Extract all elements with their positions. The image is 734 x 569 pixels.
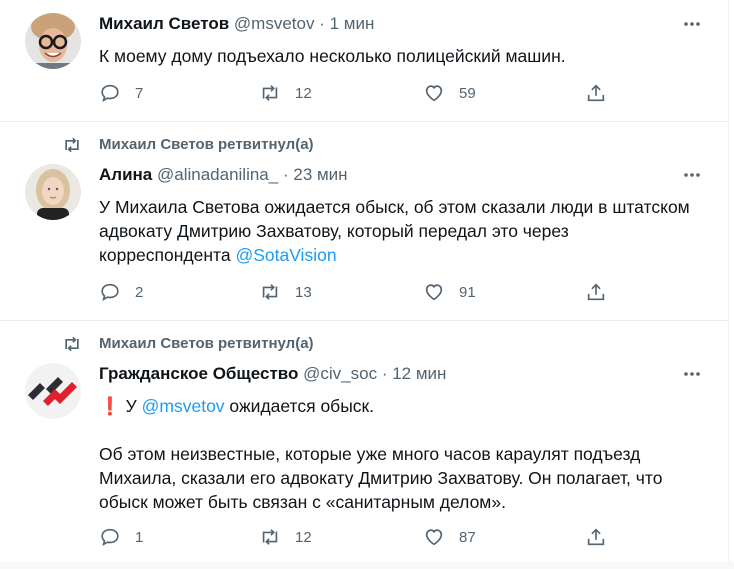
timestamp[interactable]: 23 мин bbox=[293, 165, 347, 184]
civ-soc-logo bbox=[25, 363, 81, 419]
tweet-text-line: Об этом неизвестные, которые уже много ч… bbox=[99, 444, 641, 464]
retweet-button[interactable]: 12 bbox=[259, 525, 312, 549]
share-button[interactable] bbox=[585, 525, 607, 549]
alert-emoji-icon: ❗ bbox=[99, 396, 121, 416]
author-name[interactable]: Гражданское Общество bbox=[99, 364, 298, 383]
tweet-text-line: Михаила, сказали его адвокату Дмитрию За… bbox=[99, 468, 663, 488]
author-name[interactable]: Михаил Светов bbox=[99, 14, 229, 33]
share-icon bbox=[587, 84, 605, 102]
tweet-text-fragment: корреспондента bbox=[99, 245, 236, 265]
reply-icon bbox=[101, 528, 119, 547]
tweet-header: Гражданское Общество @civ_soc · 12 мин bbox=[99, 363, 446, 385]
share-button[interactable] bbox=[585, 81, 607, 105]
reply-count: 7 bbox=[135, 84, 144, 102]
reply-icon bbox=[101, 84, 119, 103]
more-options-icon[interactable] bbox=[682, 165, 702, 185]
tweet-text: К моему дому подъехало несколько полицей… bbox=[99, 44, 714, 68]
like-button[interactable]: 87 bbox=[423, 525, 476, 549]
heart-icon bbox=[425, 85, 443, 102]
share-icon bbox=[587, 283, 605, 301]
tweet-text-line: обыск может быть связан с «санитарным де… bbox=[99, 492, 506, 512]
retweet-icon bbox=[262, 529, 278, 545]
reply-count: 2 bbox=[135, 283, 144, 301]
tweet-text-line: адвокату Дмитрию Захватову, который пере… bbox=[99, 221, 569, 241]
retweeted-by-label[interactable]: Михаил Светов ретвитнул(а) bbox=[99, 335, 314, 352]
share-icon bbox=[587, 528, 605, 546]
tweet-text-line: корреспондента @SotaVision bbox=[99, 243, 714, 267]
tweet[interactable]: Михаил Светов ретвитнул(а) Алина @alinad… bbox=[0, 121, 728, 321]
tweet-actions: 2 13 91 bbox=[99, 280, 619, 304]
like-button[interactable]: 91 bbox=[423, 280, 476, 304]
mention-link[interactable]: @msvetov bbox=[142, 396, 225, 416]
retweet-count: 12 bbox=[295, 528, 312, 546]
avatar[interactable] bbox=[25, 164, 81, 220]
retweet-button[interactable]: 13 bbox=[259, 280, 312, 304]
reply-button[interactable]: 7 bbox=[99, 81, 143, 105]
tweet-text-content: К моему дому подъехало несколько полицей… bbox=[99, 46, 566, 66]
timestamp[interactable]: 1 мин bbox=[330, 14, 375, 33]
like-count: 87 bbox=[459, 528, 476, 546]
retweet-count: 12 bbox=[295, 84, 312, 102]
tweet-header: Алина @alinadanilina_ · 23 мин bbox=[99, 164, 348, 186]
tweet-header: Михаил Светов @msvetov · 1 мин bbox=[99, 13, 374, 35]
retweet-icon bbox=[62, 135, 82, 159]
avatar[interactable] bbox=[25, 363, 81, 419]
retweet-icon bbox=[262, 284, 278, 300]
author-handle[interactable]: @civ_soc bbox=[303, 364, 377, 383]
reply-button[interactable]: 2 bbox=[99, 280, 143, 304]
avatar[interactable] bbox=[25, 13, 81, 69]
timeline: Михаил Светов @msvetov · 1 мин К моему д… bbox=[0, 0, 729, 569]
tweet-text: ❗ У @msvetov ожидается обыск. Об этом не… bbox=[99, 394, 714, 514]
author-handle[interactable]: @alinadanilina_ bbox=[157, 165, 278, 184]
like-button[interactable]: 59 bbox=[423, 81, 476, 105]
tweet-text-line: У Михаила Светова ожидается обыск, об эт… bbox=[99, 197, 690, 217]
like-count: 91 bbox=[459, 283, 476, 301]
separator-dot: · bbox=[319, 14, 325, 33]
tweet-text-line: ❗ У @msvetov ожидается обыск. bbox=[99, 394, 714, 418]
retweet-button[interactable]: 12 bbox=[259, 81, 312, 105]
more-options-icon[interactable] bbox=[682, 364, 702, 384]
separator-dot: · bbox=[381, 364, 388, 383]
retweet-icon bbox=[262, 85, 278, 101]
mention-link[interactable]: @SotaVision bbox=[235, 245, 336, 265]
share-button[interactable] bbox=[585, 280, 607, 304]
retweet-icon bbox=[62, 334, 82, 358]
reply-count: 1 bbox=[135, 528, 144, 546]
reply-icon bbox=[101, 283, 119, 302]
tweet-text: У Михаила Светова ожидается обыск, об эт… bbox=[99, 195, 714, 267]
author-name[interactable]: Алина bbox=[99, 165, 152, 184]
more-options-icon[interactable] bbox=[682, 14, 702, 34]
tweet[interactable]: Михаил Светов ретвитнул(а) Гражданское О… bbox=[0, 320, 728, 563]
timeline-bottom-edge bbox=[0, 562, 734, 569]
tweet-actions: 7 12 59 bbox=[99, 81, 619, 105]
reply-button[interactable]: 1 bbox=[99, 525, 143, 549]
retweet-count: 13 bbox=[295, 283, 312, 301]
tweet-actions: 1 12 87 bbox=[99, 525, 619, 549]
tweet[interactable]: Михаил Светов @msvetov · 1 мин К моему д… bbox=[0, 0, 728, 122]
like-count: 59 bbox=[459, 84, 476, 102]
retweeted-by-label[interactable]: Михаил Светов ретвитнул(а) bbox=[99, 136, 314, 153]
heart-icon bbox=[425, 284, 443, 301]
tweet-text-fragment: ожидается обыск. bbox=[224, 396, 375, 416]
heart-icon bbox=[425, 529, 443, 546]
author-handle[interactable]: @msvetov bbox=[234, 14, 315, 33]
timestamp[interactable]: 12 мин bbox=[392, 364, 446, 383]
tweet-text-fragment: У bbox=[120, 396, 142, 416]
separator-dot: · bbox=[282, 165, 289, 184]
